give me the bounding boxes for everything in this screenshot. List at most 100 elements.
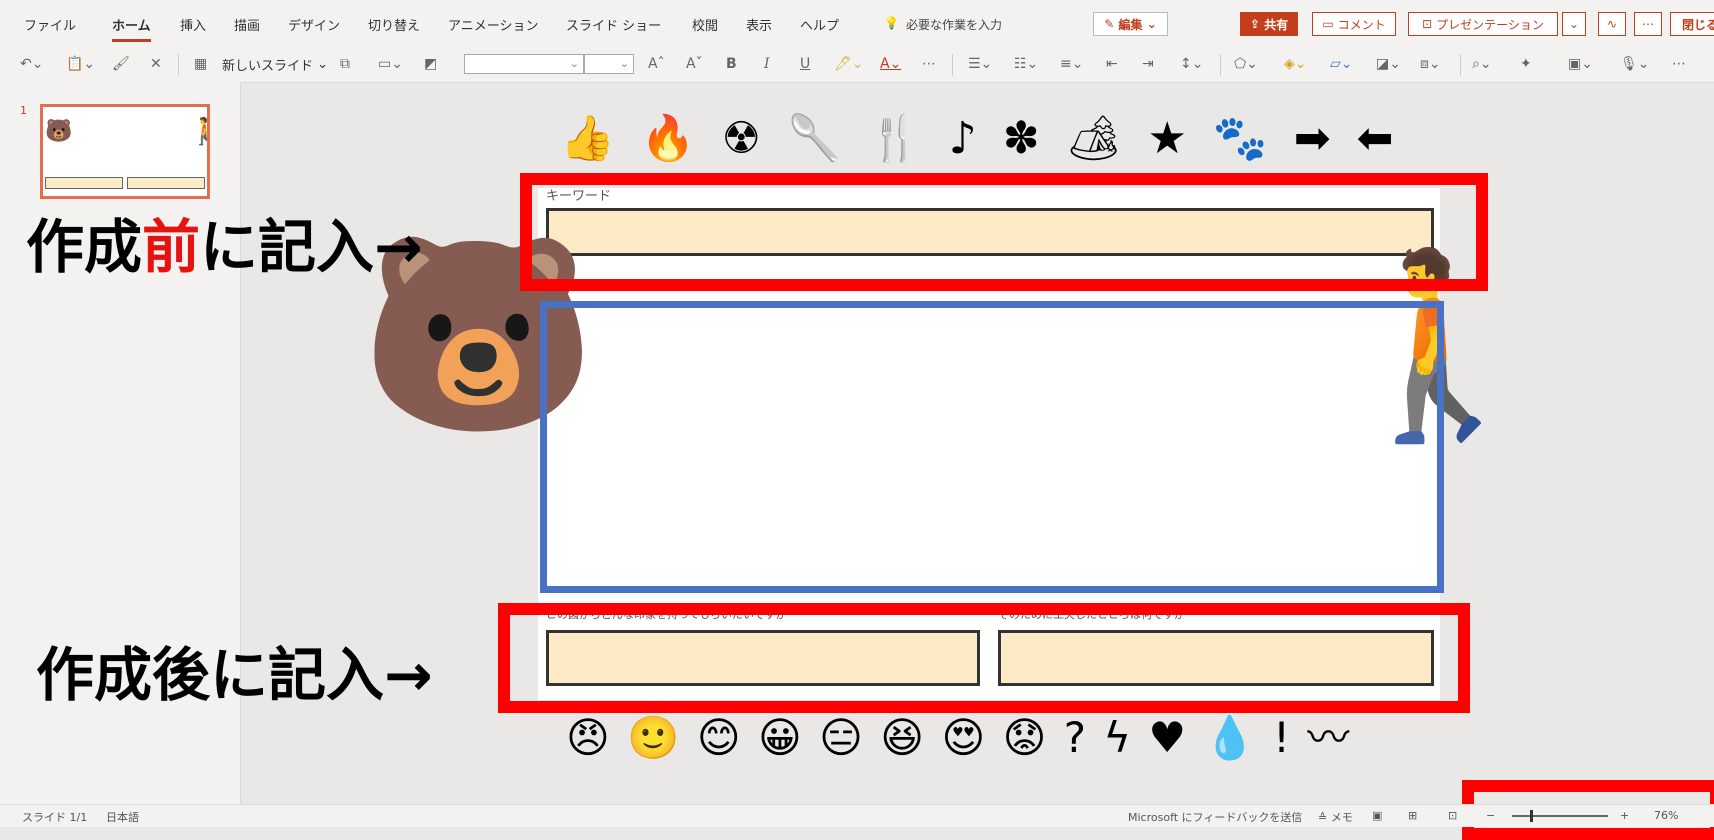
reuse-slide-icon[interactable]: ⧉ bbox=[340, 53, 350, 75]
comment-label: コメント bbox=[1337, 17, 1386, 32]
bullets-icon[interactable]: ☰⌄ bbox=[968, 53, 992, 75]
designer-icon[interactable]: ▣⌄ bbox=[1568, 53, 1593, 75]
clear-icon[interactable]: ✕ bbox=[150, 53, 162, 75]
layout-icon[interactable]: ▭⌄ bbox=[378, 53, 403, 75]
tab-insert[interactable]: 挿入 bbox=[180, 15, 206, 34]
zoom-in-button[interactable]: + bbox=[1620, 809, 1629, 822]
share-label: 共有 bbox=[1264, 17, 1289, 32]
increase-indent-icon[interactable]: ⇥ bbox=[1142, 53, 1154, 75]
bold-button[interactable]: B bbox=[726, 53, 737, 75]
ellipsis-icon: ⋯ bbox=[1642, 17, 1654, 31]
background-icon[interactable]: ◩ bbox=[424, 53, 437, 75]
underline-button[interactable]: U bbox=[800, 53, 810, 75]
font-size-combo[interactable]: ⌄ bbox=[584, 54, 634, 74]
neutral-face-icon: 😑 bbox=[819, 713, 865, 762]
tab-view[interactable]: 表示 bbox=[746, 15, 772, 34]
font-color-label: A bbox=[880, 56, 890, 72]
tab-file[interactable]: ファイル bbox=[24, 15, 76, 34]
zoom-level[interactable]: 76% bbox=[1654, 809, 1678, 822]
thumbnail-number: 1 bbox=[20, 104, 27, 117]
edit-mode-button[interactable]: ✎ 編集 ⌄ bbox=[1093, 12, 1168, 36]
laughing-face-icon: 😆 bbox=[880, 713, 927, 762]
font-shrink-button[interactable]: Aˇ bbox=[686, 53, 703, 75]
clipboard-icon[interactable]: 📋⌄ bbox=[66, 53, 95, 75]
share-button[interactable]: ⇪ 共有 bbox=[1240, 12, 1298, 36]
tab-home[interactable]: ホーム bbox=[112, 15, 151, 42]
zoom-out-button[interactable]: − bbox=[1486, 809, 1495, 822]
slide-sorter-icon[interactable]: ⊞ bbox=[1408, 809, 1417, 822]
slide-counter: スライド 1/1 bbox=[22, 811, 88, 824]
drop-icon: 💧 bbox=[1203, 713, 1258, 762]
tab-draw[interactable]: 描画 bbox=[234, 15, 260, 34]
chevron-down-icon: ⌄ bbox=[1146, 17, 1157, 31]
person-icon: 🚶 bbox=[189, 117, 207, 147]
outline-icon[interactable]: ▱⌄ bbox=[1330, 53, 1353, 75]
italic-button[interactable]: I bbox=[764, 53, 770, 75]
fire-icon: 🔥 bbox=[640, 113, 702, 164]
comment-button[interactable]: ▭ コメント bbox=[1312, 12, 1396, 36]
after-red-box bbox=[498, 603, 1470, 713]
status-bar: スライド 1/1 日本語 Microsoft にフィードバックを送信 ≙ メモ … bbox=[0, 804, 1714, 827]
thumb-field-left bbox=[45, 177, 123, 189]
present-dropdown-button[interactable]: ⌄ bbox=[1562, 12, 1586, 36]
normal-view-icon[interactable]: ▣ bbox=[1372, 809, 1382, 822]
smile-face-icon: 🙂 bbox=[627, 713, 682, 762]
line-spacing-icon[interactable]: ↕⌄ bbox=[1180, 53, 1203, 75]
shapes-icon[interactable]: ⬠⌄ bbox=[1234, 53, 1258, 75]
ribbon-toolbar: ↶⌄ 📋⌄ 🖌 ✕ ▦ 新しいスライド ⌄ ⧉ ▭⌄ ◩ ⌄ ⌄ Aˆ Aˇ B… bbox=[0, 46, 1714, 83]
before-annotation: 作成前に記入→ bbox=[26, 200, 423, 284]
heart-eyes-face-icon: 😍 bbox=[941, 713, 988, 762]
language-indicator[interactable]: 日本語 bbox=[106, 809, 139, 825]
more-font-button[interactable]: ⋯ bbox=[922, 53, 936, 75]
heartbeat-icon: 〰 bbox=[1307, 713, 1352, 762]
ribbon-more-icon[interactable]: ⋯ bbox=[1672, 53, 1686, 75]
align-icon[interactable]: ≡⌄ bbox=[1060, 53, 1083, 75]
tab-review[interactable]: 校閲 bbox=[692, 15, 718, 34]
numbering-icon[interactable]: ☷⌄ bbox=[1014, 53, 1038, 75]
edit-label: 編集 bbox=[1118, 17, 1143, 32]
decrease-indent-icon[interactable]: ⇤ bbox=[1106, 53, 1118, 75]
more-options-button[interactable]: ⋯ bbox=[1634, 12, 1662, 36]
tab-help[interactable]: ヘルプ bbox=[800, 15, 839, 34]
lightning-icon: ϟ bbox=[1103, 713, 1134, 762]
font-color-button[interactable]: A ⌄ bbox=[880, 53, 901, 75]
flower-icon: ✽ bbox=[1002, 113, 1046, 164]
notes-button[interactable]: ≙ メモ bbox=[1318, 809, 1353, 825]
zoom-slider[interactable] bbox=[1512, 815, 1608, 817]
music-note-icon: ♪ bbox=[948, 113, 983, 164]
undo-icon[interactable]: ↶⌄ bbox=[20, 53, 43, 75]
stars-icon: ★ bbox=[1147, 113, 1193, 164]
font-name-combo[interactable]: ⌄ bbox=[464, 54, 584, 74]
sad-face-icon: 😟 bbox=[1002, 713, 1049, 762]
bottom-icon-row: 😠 🙂 😊 😀 😑 😆 😍 😟 ? ϟ ♥ 💧 ! 〰 bbox=[566, 704, 1351, 765]
find-icon[interactable]: ⌕⌄ bbox=[1472, 53, 1492, 75]
fill-color-icon[interactable]: ◈⌄ bbox=[1284, 53, 1307, 75]
designer-wand-icon[interactable]: ✦ bbox=[1520, 53, 1532, 75]
reading-view-icon[interactable]: ⊡ bbox=[1448, 809, 1457, 822]
tell-me-search[interactable]: 必要な作業を入力 bbox=[906, 16, 1002, 33]
highlighter-icon[interactable]: 🖊⌄ bbox=[834, 53, 864, 75]
dictate-mic-icon[interactable]: 🎙⌄ bbox=[1620, 53, 1650, 75]
grin-face-icon: 😀 bbox=[757, 713, 804, 762]
format-painter-icon[interactable]: 🖌 bbox=[112, 53, 130, 75]
share-icon: ⇪ bbox=[1249, 17, 1260, 31]
shape-effects-icon[interactable]: ◪⌄ bbox=[1376, 53, 1401, 75]
fork-icon: 🍴 bbox=[867, 113, 929, 164]
new-slide-button[interactable]: 新しいスライド ⌄ bbox=[222, 53, 328, 75]
arrange-icon[interactable]: ⧈⌄ bbox=[1420, 53, 1441, 75]
font-grow-button[interactable]: Aˆ bbox=[648, 53, 665, 75]
new-slide-icon[interactable]: ▦ bbox=[194, 53, 207, 75]
slide-thumbnail[interactable]: 🐻 🚶 bbox=[40, 104, 210, 199]
feedback-link[interactable]: Microsoft にフィードバックを送信 bbox=[1128, 809, 1302, 825]
tab-transitions[interactable]: 切り替え bbox=[368, 15, 420, 34]
menu-bar: ファイル ホーム 挿入 描画 デザイン 切り替え アニメーション スライド ショ… bbox=[0, 0, 1714, 46]
spoon-icon: 🥄 bbox=[787, 113, 848, 164]
close-button[interactable]: 閉じる bbox=[1670, 12, 1714, 36]
zoom-slider-thumb[interactable] bbox=[1530, 810, 1533, 822]
tab-animations[interactable]: アニメーション bbox=[448, 15, 538, 34]
tab-slideshow[interactable]: スライド ショー bbox=[566, 15, 661, 34]
after-annotation: 作成後に記入→ bbox=[36, 641, 433, 709]
present-button[interactable]: ⊡ プレゼンテーション bbox=[1408, 12, 1558, 36]
activity-button[interactable]: ∿ bbox=[1598, 12, 1626, 36]
tab-design[interactable]: デザイン bbox=[288, 15, 340, 34]
